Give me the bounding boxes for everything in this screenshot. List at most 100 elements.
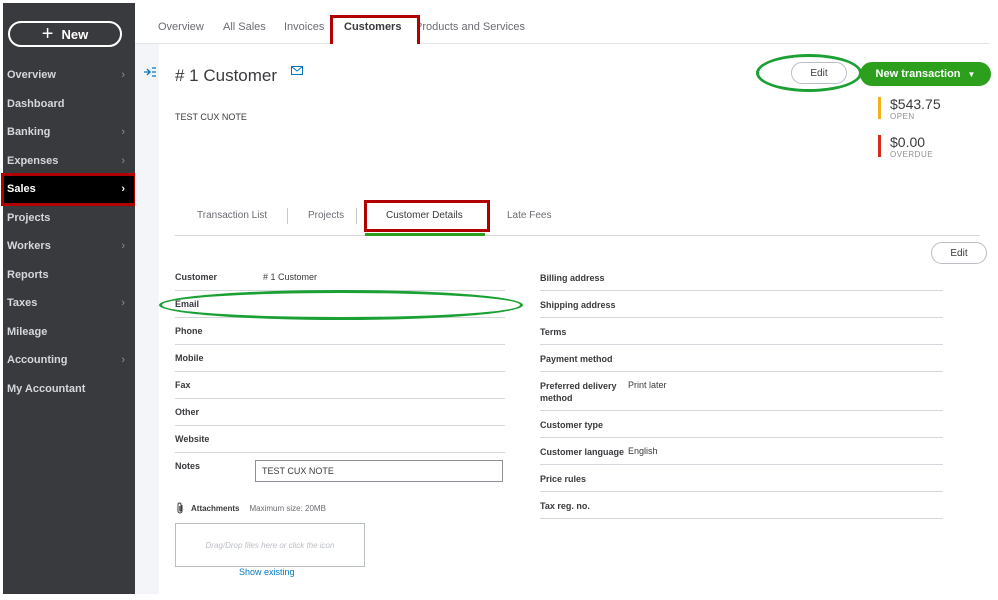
field-label: Price rules: [540, 474, 587, 484]
field-label: Other: [175, 407, 200, 417]
attachments-header: Attachments Maximum size: 20MB: [175, 502, 326, 514]
chevron-right-icon: ›: [121, 126, 125, 139]
chevron-right-icon: ›: [121, 69, 125, 82]
sidebar-item-my-accountant[interactable]: My Accountant: [3, 375, 135, 404]
field-other: Other: [175, 399, 505, 426]
plus-icon: +: [41, 23, 54, 45]
sidebar-item-workers[interactable]: Workers ›: [3, 232, 135, 261]
field-customer-type: Customer type: [540, 411, 943, 438]
sidebar-item-reports[interactable]: Reports: [3, 261, 135, 290]
show-existing-link[interactable]: Show existing: [239, 567, 295, 577]
field-payment-method: Payment method: [540, 345, 943, 372]
tab-divider: [356, 208, 357, 224]
sidebar-item-label: Expenses: [7, 154, 59, 167]
field-label: Customer: [175, 272, 218, 282]
field-preferred-delivery-method: Preferred delivery method Print later: [540, 372, 943, 411]
tab-projects[interactable]: Projects: [308, 210, 344, 221]
field-label: Website: [175, 434, 210, 444]
sidebar-item-accounting[interactable]: Accounting ›: [3, 346, 135, 375]
sidebar-item-dashboard[interactable]: Dashboard: [3, 90, 135, 119]
sidebar-item-overview[interactable]: Overview ›: [3, 61, 135, 90]
chevron-right-icon: ›: [121, 154, 125, 167]
field-customer-language: Customer language English: [540, 438, 943, 465]
page-title: # 1 Customer: [175, 66, 278, 85]
overdue-label: OVERDUE: [890, 150, 934, 159]
field-label: Billing address: [540, 273, 605, 283]
field-label: Terms: [540, 327, 567, 337]
field-label: Shipping address: [540, 300, 616, 310]
open-amount: $543.75: [890, 96, 941, 112]
field-label: Notes: [175, 461, 201, 471]
tab-transaction-list[interactable]: Transaction List: [197, 210, 267, 221]
customer-note: TEST CUX NOTE: [175, 112, 247, 122]
field-label: Fax: [175, 380, 191, 390]
field-value: Print later: [628, 380, 667, 390]
tab-divider: [287, 208, 288, 224]
chevron-right-icon: ›: [121, 183, 125, 196]
field-tax-reg-no: Tax reg. no.: [540, 492, 943, 519]
tab-customers[interactable]: Customers: [344, 21, 401, 33]
field-label: Tax reg. no.: [540, 501, 590, 511]
sidebar-item-label: Mileage: [7, 325, 48, 338]
sidebar-item-label: Projects: [7, 211, 51, 224]
attachments-label: Attachments: [191, 503, 240, 513]
new-transaction-button[interactable]: New transaction ▼: [860, 62, 991, 86]
paperclip-icon[interactable]: [175, 502, 185, 514]
annotation-oval-edit: [756, 54, 862, 92]
field-label: Phone: [175, 326, 203, 336]
sidebar-item-label: My Accountant: [7, 382, 86, 395]
sidebar-item-label: Workers: [7, 240, 51, 253]
sidebar-item-label: Taxes: [7, 297, 38, 310]
field-label: Preferred delivery method: [540, 381, 617, 403]
tab-all-sales[interactable]: All Sales: [223, 21, 266, 33]
field-mobile: Mobile: [175, 345, 505, 372]
new-button[interactable]: + New: [8, 21, 122, 47]
mail-icon[interactable]: [291, 66, 303, 75]
tab-highlight-box: [364, 200, 490, 232]
chevron-right-icon: ›: [121, 297, 125, 310]
customer-sub-tabs: Transaction List Projects Customer Detai…: [175, 200, 980, 236]
chevron-right-icon: ›: [121, 354, 125, 367]
sidebar-item-expenses[interactable]: Expenses ›: [3, 147, 135, 176]
field-value: # 1 Customer: [263, 272, 318, 282]
field-terms: Terms: [540, 318, 943, 345]
left-sidebar: + New Overview › Dashboard Banking › Exp…: [1, 3, 137, 594]
file-drop-zone[interactable]: Drag/Drop files here or click the icon: [175, 523, 365, 567]
active-tab-indicator: [365, 233, 485, 236]
tab-overview[interactable]: Overview: [158, 21, 204, 33]
field-label: Mobile: [175, 353, 204, 363]
field-customer: Customer # 1 Customer: [175, 264, 505, 291]
sidebar-item-taxes[interactable]: Taxes ›: [3, 289, 135, 318]
sidebar-item-label: Banking: [7, 126, 51, 139]
annotation-oval-email: [159, 290, 523, 320]
sidebar-item-projects[interactable]: Projects: [3, 204, 135, 233]
sidebar-item-sales[interactable]: Sales ›: [1, 173, 137, 206]
tab-invoices[interactable]: Invoices: [284, 21, 324, 33]
collapse-panel-icon[interactable]: [143, 66, 157, 78]
field-label: Customer type: [540, 420, 604, 430]
field-value: English: [628, 446, 658, 456]
field-website: Website: [175, 426, 505, 453]
caret-down-icon: ▼: [967, 69, 976, 79]
sidebar-item-banking[interactable]: Banking ›: [3, 118, 135, 147]
field-shipping-address: Shipping address: [540, 291, 943, 318]
field-label: Customer language: [540, 447, 625, 457]
field-billing-address: Billing address: [540, 264, 943, 291]
open-label: OPEN: [890, 112, 915, 121]
chevron-right-icon: ›: [121, 240, 125, 253]
sidebar-item-label: Accounting: [7, 354, 68, 367]
sidebar-nav: Overview › Dashboard Banking › Expenses …: [1, 61, 137, 404]
sidebar-item-label: Sales: [7, 183, 36, 196]
sidebar-item-label: Dashboard: [7, 97, 65, 110]
field-label: Payment method: [540, 354, 613, 364]
notes-field[interactable]: TEST CUX NOTE: [255, 460, 503, 482]
sales-tabs: Overview All Sales Invoices Products and…: [135, 3, 990, 47]
field-price-rules: Price rules: [540, 465, 943, 492]
new-button-label: New: [61, 26, 89, 42]
tab-late-fees[interactable]: Late Fees: [507, 210, 551, 221]
tab-products-and-services[interactable]: Products and Services: [415, 21, 525, 33]
sidebar-item-mileage[interactable]: Mileage: [3, 318, 135, 347]
main-content: # 1 Customer TEST CUX NOTE Edit New tran…: [135, 44, 991, 594]
overdue-amount: $0.00: [890, 134, 926, 150]
edit-details-button[interactable]: Edit: [931, 242, 987, 264]
